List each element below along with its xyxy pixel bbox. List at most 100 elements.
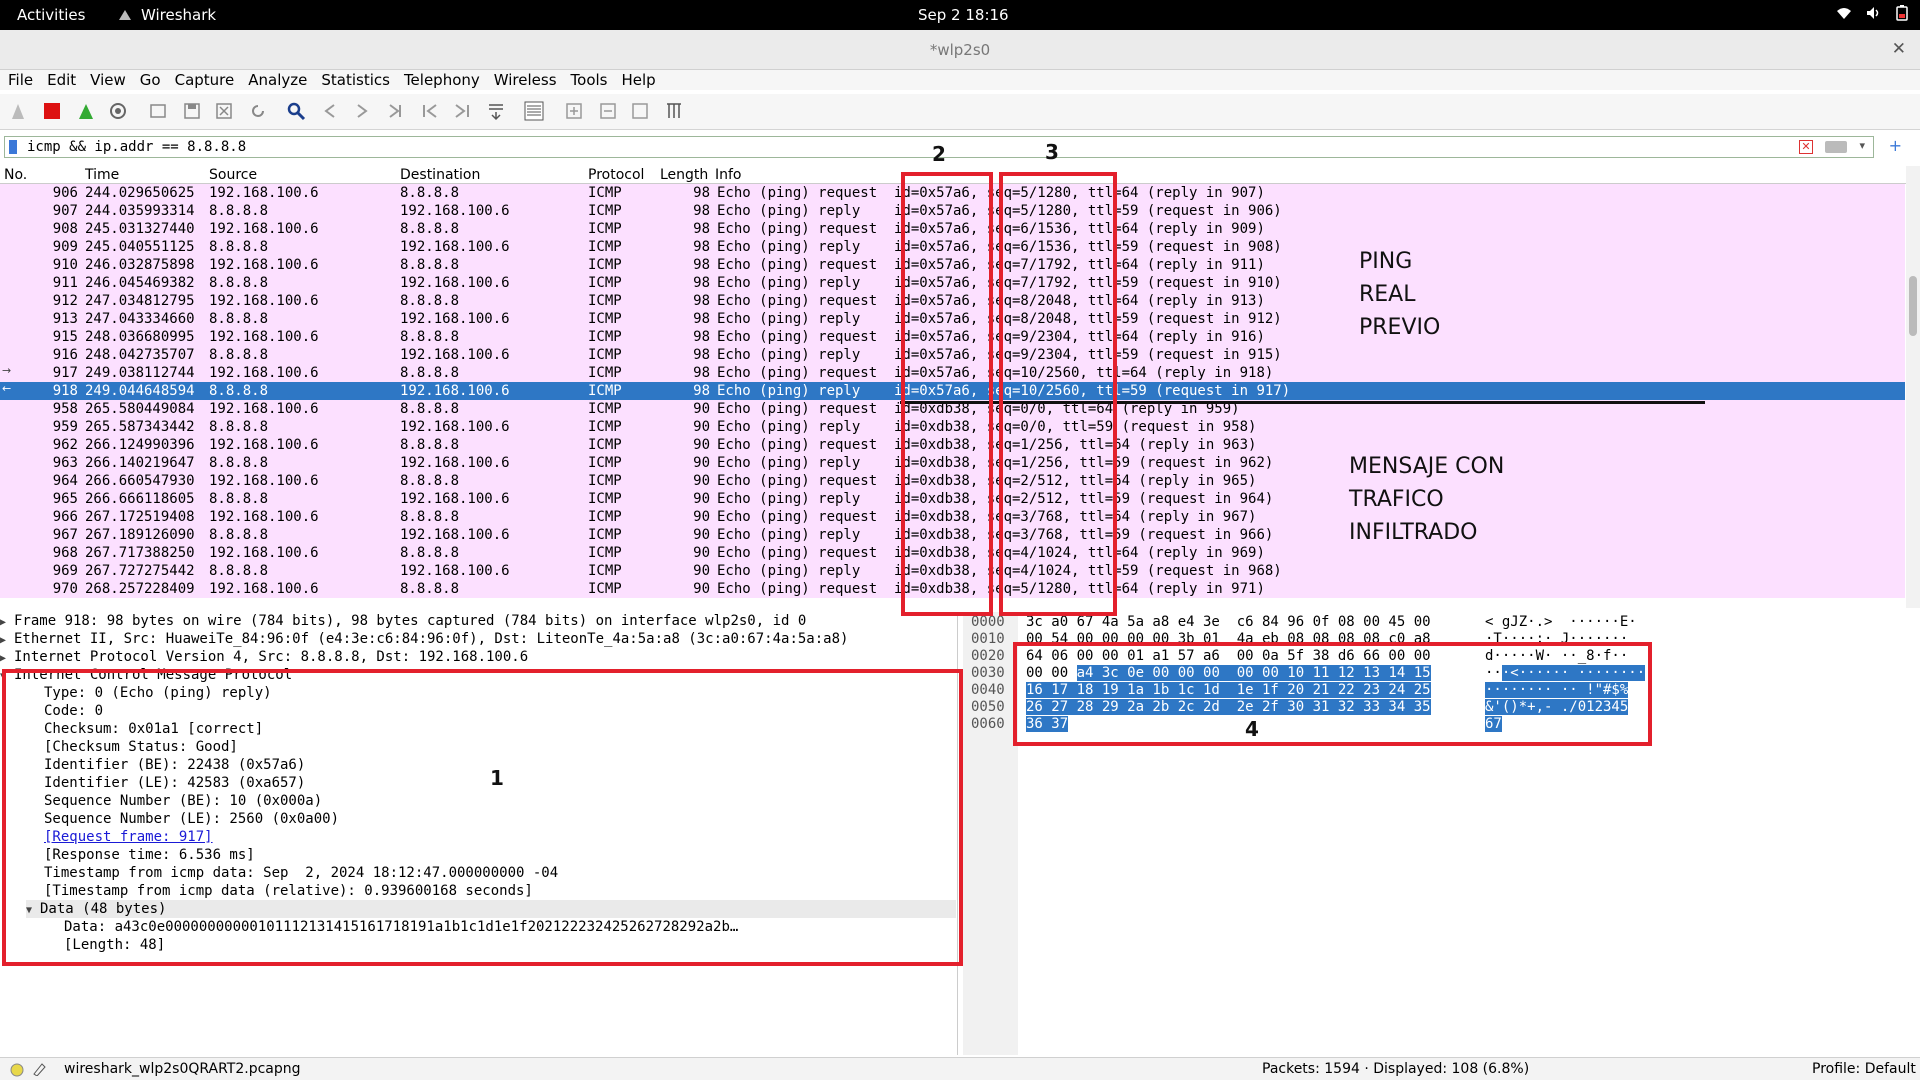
last-packet-icon[interactable] [450,99,474,123]
cell-destination: 8.8.8.8 [400,509,460,525]
cell-time: 247.034812795 [85,293,195,309]
go-forward-icon[interactable] [350,99,374,123]
cell-length: 90 [693,545,710,561]
cell-protocol: ICMP [588,293,622,309]
col-source-header[interactable]: Source [209,167,257,183]
col-protocol-header[interactable]: Protocol [588,167,644,183]
activities-button[interactable]: Activities [17,6,85,24]
cell-length: 98 [693,275,710,291]
cell-time: 247.043334660 [85,311,195,327]
annotation-box-2 [901,172,993,616]
packet-list-scrollbar[interactable] [1906,166,1920,608]
cell-time: 267.717388250 [85,545,195,561]
cell-time: 244.035993314 [85,203,195,219]
clock[interactable]: Sep 2 18:16 [918,6,1009,24]
zoom-in-icon[interactable] [562,99,586,123]
cell-time: 267.189126090 [85,527,195,543]
open-file-icon[interactable] [146,99,170,123]
cell-protocol: ICMP [588,491,622,507]
col-length-header[interactable]: Length [660,167,708,183]
add-filter-button-icon[interactable]: + [1889,136,1902,155]
capture-options-icon[interactable] [106,99,130,123]
resize-columns-icon[interactable] [662,99,686,123]
col-time-header[interactable]: Time [85,167,119,183]
autoscroll-icon[interactable] [484,99,508,123]
app-menu[interactable]: Wireshark [117,6,216,24]
start-capture-icon[interactable] [6,99,30,123]
cell-length: 98 [693,293,710,309]
cell-time: 266.666118605 [85,491,195,507]
menu-edit[interactable]: Edit [47,70,76,90]
byte-offset: 0050 [971,699,1005,715]
byte-hex[interactable]: 3c a0 67 4a 5a a8 e4 3e c6 84 96 0f 08 0… [1026,614,1431,631]
scroll-thumb[interactable] [1909,276,1917,336]
tree-frame[interactable]: ▶ Frame 918: 98 bytes on wire (784 bits),… [0,612,806,630]
cell-protocol: ICMP [588,257,622,273]
menu-view[interactable]: View [90,70,126,90]
go-to-packet-icon[interactable] [384,99,408,123]
tree-ethernet[interactable]: ▶ Ethernet II, Src: HuaweiTe_84:96:0f (e4… [0,630,848,648]
cell-destination: 192.168.100.6 [400,455,510,471]
zoom-out-icon[interactable] [596,99,620,123]
cell-protocol: ICMP [588,473,622,489]
cell-destination: 192.168.100.6 [400,347,510,363]
col-destination-header[interactable]: Destination [400,167,480,183]
menu-help[interactable]: Help [621,70,655,90]
restart-capture-icon[interactable] [74,99,98,123]
cell-destination: 192.168.100.6 [400,239,510,255]
bookmark-icon[interactable] [9,140,17,154]
cell-length: 90 [693,563,710,579]
cell-destination: 8.8.8.8 [400,581,460,597]
col-info-header[interactable]: Info [715,167,742,183]
byte-ascii[interactable]: < gJZ·.> ······E· [1485,614,1637,631]
capture-comment-icon[interactable] [32,1062,46,1076]
reload-icon[interactable] [246,99,270,123]
close-icon[interactable]: ✕ [1892,39,1906,59]
cell-source: 192.168.100.6 [209,509,319,525]
save-file-icon[interactable] [180,99,204,123]
annotation-label-1: 1 [490,766,504,790]
go-back-icon[interactable] [318,99,342,123]
cell-no: 907 [52,203,78,219]
cell-source: 8.8.8.8 [209,311,269,327]
normal-size-icon[interactable] [628,99,652,123]
cell-protocol: ICMP [588,383,622,399]
menu-capture[interactable]: Capture [175,70,235,90]
colorize-icon[interactable] [522,99,546,123]
window-title-bar: *wlp2s0 ✕ [0,30,1920,70]
cell-destination: 192.168.100.6 [400,383,510,399]
cell-destination: 8.8.8.8 [400,257,460,273]
menu-telephony[interactable]: Telephony [404,70,480,90]
menu-go[interactable]: Go [140,70,161,90]
cell-info: Echo (ping) reply id=0xdb38, seq=1/256, … [717,455,1274,471]
menu-statistics[interactable]: Statistics [321,70,390,90]
col-no-header[interactable]: No. [4,167,27,183]
apply-filter-button[interactable] [1825,141,1847,153]
cell-source: 8.8.8.8 [209,239,269,255]
battery-icon [1896,5,1908,21]
menu-tools[interactable]: Tools [571,70,608,90]
menu-wireless[interactable]: Wireless [494,70,557,90]
cell-destination: 192.168.100.6 [400,275,510,291]
cell-protocol: ICMP [588,527,622,543]
search-icon[interactable] [284,99,308,123]
cell-no: 918 [52,383,78,399]
cell-time: 248.042735707 [85,347,195,363]
system-tray[interactable] [1836,5,1908,21]
menu-bar: File Edit View Go Capture Analyze Statis… [0,70,1920,90]
close-file-icon[interactable] [212,99,236,123]
packet-counts: Packets: 1594 · Displayed: 108 (6.8%) [1262,1061,1530,1077]
expert-info-icon[interactable] [10,1063,24,1077]
profile-label[interactable]: Profile: Default [1812,1061,1916,1077]
clear-filter-icon[interactable]: ✕ [1799,140,1813,154]
cell-no: 959 [52,419,78,435]
annotation-box-1 [2,669,963,966]
tree-ip[interactable]: ▶ Internet Protocol Version 4, Src: 8.8.8… [0,648,528,666]
menu-analyze[interactable]: Analyze [248,70,307,90]
menu-file[interactable]: File [8,70,33,90]
cell-protocol: ICMP [588,275,622,291]
first-packet-icon[interactable] [418,99,442,123]
byte-offset: 0030 [971,665,1005,681]
stop-capture-icon[interactable] [40,99,64,123]
filter-history-dropdown[interactable]: ▾ [1859,139,1865,152]
